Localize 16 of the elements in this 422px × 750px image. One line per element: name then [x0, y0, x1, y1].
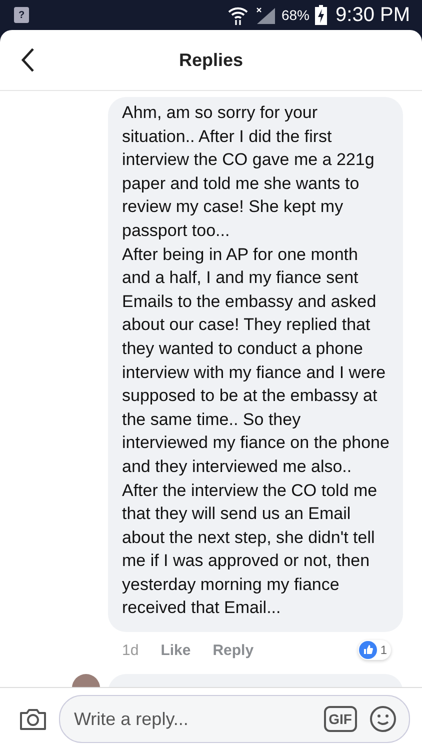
gif-button[interactable]: GIF: [324, 706, 357, 732]
clock: 9:30 PM: [336, 4, 410, 26]
emoji-icon[interactable]: [369, 705, 397, 733]
comment-text: Ahm, am so sorry for your situation.. After I did the first interview the CO gave me a 221g paper and told me she wants to review my case! She kept my passport too...: [122, 102, 376, 242]
comment-text: After being in AP for one month and a half, I and my fiance sent Emails to the embassy and asked about our case! They replied that they wanted to conduct a phone interview with my fiance and I were supposed to be at the embassy at the same time.. So they interviewed my fiance on the phone and they interviewed me also.. After the interview the CO told me that they will send us an Email about the next step, she didn't tell me if I was approved or not, then yesterday morning my fiance received that Email...: [122, 244, 390, 620]
reaction-count: 1: [380, 643, 387, 658]
battery-charging-icon: [314, 5, 327, 25]
signal-icon: [254, 5, 276, 25]
page-title: Replies: [178, 50, 244, 70]
battery-percent: 68%: [281, 7, 310, 23]
notification-icon: ?: [14, 7, 29, 23]
reply-input[interactable]: Write a reply... GIF: [59, 695, 410, 743]
wifi-icon: [227, 5, 250, 25]
comment-time: 1d: [122, 642, 139, 659]
camera-icon[interactable]: [19, 707, 47, 731]
back-icon[interactable]: [20, 47, 36, 73]
